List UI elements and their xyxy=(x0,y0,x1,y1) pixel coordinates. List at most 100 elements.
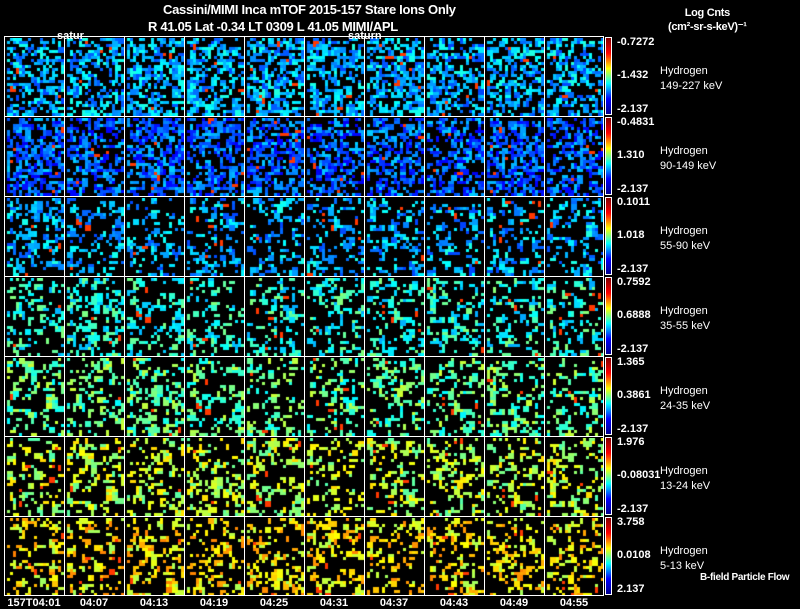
overlay-label: saturn xyxy=(348,30,382,42)
heatmap-cells xyxy=(186,438,244,516)
heatmap-panel xyxy=(424,516,484,596)
heatmap-cells xyxy=(426,518,484,596)
x-tick-label: 04:49 xyxy=(499,597,529,609)
heatmap-panel xyxy=(184,36,244,116)
heatmap-cells xyxy=(246,358,304,436)
heatmap-cells xyxy=(486,38,544,116)
heatmap-panel xyxy=(424,36,484,116)
heatmap-cells xyxy=(126,438,184,516)
colorbar-top-label: -0.4831 xyxy=(617,116,655,128)
heatmap-panel xyxy=(304,276,364,356)
heatmap-cells xyxy=(246,518,304,596)
heatmap-panel xyxy=(304,436,364,516)
heatmap-panel xyxy=(304,116,364,196)
heatmap-panel xyxy=(544,36,604,116)
energy-label: 13-24 keV xyxy=(660,480,711,492)
colorbar-bottom-label: -2.137 xyxy=(617,183,649,195)
species-label: Hydrogen xyxy=(660,65,708,77)
row-label: Hydrogen 90-149 keV xyxy=(660,144,716,174)
colorbar-mid-label: 0.0108 xyxy=(617,549,651,561)
species-label: Hydrogen xyxy=(660,545,708,557)
heatmap-cells xyxy=(426,118,484,196)
heatmap-panel xyxy=(244,276,304,356)
colorbar-top-label: 1.976 xyxy=(617,436,645,448)
heatmap-panel xyxy=(184,116,244,196)
heatmap-panel xyxy=(364,516,424,596)
heatmap-cells xyxy=(366,278,424,356)
heatmap-cells xyxy=(306,518,364,596)
heatmap-panel xyxy=(244,196,304,276)
heatmap-cells xyxy=(306,38,364,116)
heatmap-cells xyxy=(366,358,424,436)
heatmap-cells xyxy=(366,438,424,516)
row-label: Hydrogen 55-90 keV xyxy=(660,224,710,254)
heatmap-panel xyxy=(484,196,544,276)
heatmap-cells xyxy=(246,278,304,356)
heatmap-panel xyxy=(544,276,604,356)
heatmap-panel xyxy=(124,196,184,276)
colorbar-bottom-label: -2.137 xyxy=(617,423,649,435)
heatmap-cells xyxy=(546,118,604,196)
heatmap-panel xyxy=(544,116,604,196)
colorbar-units: Log Cnts (cm²-sr-s-keV)⁻¹ xyxy=(668,6,747,34)
heatmap-panel xyxy=(184,436,244,516)
heatmap-panel xyxy=(64,196,124,276)
heatmap-panel xyxy=(244,356,304,436)
energy-label: 149-227 keV xyxy=(660,80,723,92)
heatmap-panel xyxy=(64,116,124,196)
heatmap-cells xyxy=(426,278,484,356)
species-label: Hydrogen xyxy=(660,305,708,317)
heatmap-cells xyxy=(246,438,304,516)
heatmap-panel xyxy=(244,436,304,516)
heatmap-cells xyxy=(486,118,544,196)
heatmap-panel xyxy=(64,36,124,116)
heatmap-panel xyxy=(304,196,364,276)
heatmap-cells xyxy=(306,118,364,196)
heatmap-panel xyxy=(364,436,424,516)
heatmap-panel xyxy=(244,116,304,196)
colorbar xyxy=(605,517,612,595)
heatmap-cells xyxy=(546,38,604,116)
heatmap-panel xyxy=(64,516,124,596)
heatmap-cells xyxy=(126,198,184,276)
colorbar-mid-label: 0.3861 xyxy=(617,389,651,401)
row-label: Hydrogen 5-13 keV xyxy=(660,544,708,574)
heatmap-cells xyxy=(6,278,64,356)
heatmap-cells xyxy=(426,198,484,276)
x-tick-label: 04:31 xyxy=(319,597,349,609)
colorbar-top-label: -0.7272 xyxy=(617,36,655,48)
heatmap-panel xyxy=(364,356,424,436)
heatmap-cells xyxy=(126,518,184,596)
heatmap-cells xyxy=(186,358,244,436)
heatmap-cells xyxy=(426,38,484,116)
row-label: Hydrogen 35-55 keV xyxy=(660,304,710,334)
heatmap-panel xyxy=(4,276,64,356)
heatmap-panel xyxy=(4,516,64,596)
heatmap-cells xyxy=(246,198,304,276)
heatmap-cells xyxy=(246,118,304,196)
heatmap-panel xyxy=(544,436,604,516)
heatmap-cells xyxy=(486,438,544,516)
heatmap-panel xyxy=(544,356,604,436)
heatmap-panel xyxy=(424,356,484,436)
heatmap-cells xyxy=(6,438,64,516)
heatmap-cells xyxy=(126,278,184,356)
heatmap-panel xyxy=(544,516,604,596)
heatmap-panel xyxy=(124,36,184,116)
row-label: Hydrogen 13-24 keV xyxy=(660,464,710,494)
heatmap-panel xyxy=(4,356,64,436)
units-line2: (cm²-sr-s-keV)⁻¹ xyxy=(668,21,747,33)
heatmap-cells xyxy=(306,438,364,516)
heatmap-panel xyxy=(424,196,484,276)
heatmap-panel xyxy=(124,516,184,596)
heatmap-cells xyxy=(546,198,604,276)
heatmap-cells xyxy=(546,358,604,436)
heatmap-panel xyxy=(484,436,544,516)
species-label: Hydrogen xyxy=(660,225,708,237)
heatmap-panel xyxy=(424,116,484,196)
heatmap-panel xyxy=(184,356,244,436)
heatmap-cells xyxy=(6,358,64,436)
heatmap-cells xyxy=(126,118,184,196)
heatmap-cells xyxy=(66,278,124,356)
heatmap-panel xyxy=(184,196,244,276)
